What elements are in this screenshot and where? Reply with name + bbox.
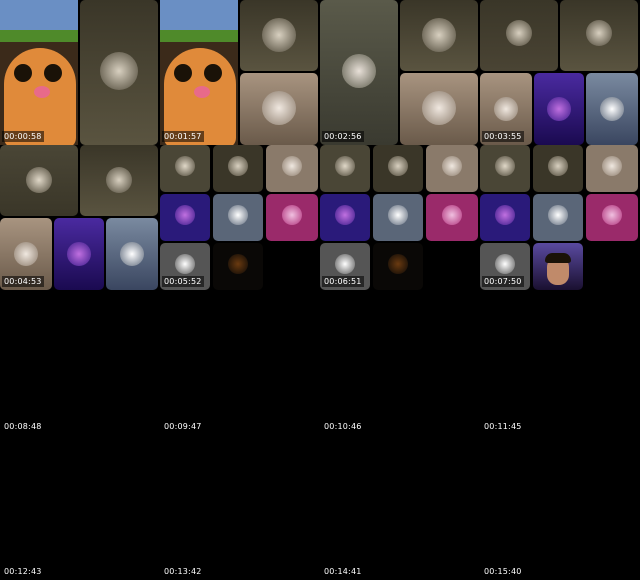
webcam-tile [533, 243, 583, 290]
timestamp: 00:08:48 [2, 421, 44, 432]
mascot-tile [160, 0, 238, 145]
timestamp: 00:04:53 [2, 276, 44, 287]
thumbnail-5[interactable]: 00:04:53 [0, 145, 160, 290]
participant-tile [240, 73, 318, 145]
timestamp: 00:00:58 [2, 131, 44, 142]
mascot-eye-right [44, 64, 62, 82]
thumbnail-7[interactable]: 00:06:51 [320, 145, 480, 290]
participant-tile [80, 0, 158, 145]
timestamp: 00:12:43 [2, 566, 44, 577]
thumbnail-3[interactable]: 00:02:56 [320, 0, 480, 145]
thumbnail-16[interactable]: 00:15:40 [480, 435, 640, 580]
mascot-eye-left [14, 64, 32, 82]
thumbnail-14[interactable]: 00:13:42 [160, 435, 320, 580]
timestamp: 00:03:55 [482, 131, 524, 142]
thumbnail-13[interactable]: 00:12:43 [0, 435, 160, 580]
timestamp: 00:07:50 [482, 276, 524, 287]
mascot-tile [0, 0, 78, 145]
thumbnail-10[interactable]: 00:09:47 [160, 290, 320, 435]
participant-avatar [100, 52, 138, 90]
thumbnail-6[interactable]: 00:05:52 [160, 145, 320, 290]
timestamp: 00:01:57 [162, 131, 204, 142]
thumbnail-1[interactable]: 00:00:58 [0, 0, 160, 145]
timestamp: 00:10:46 [322, 421, 364, 432]
thumbnail-15[interactable]: 00:14:41 [320, 435, 480, 580]
participant-tile [240, 0, 318, 71]
thumbnail-9[interactable]: 00:08:48 [0, 290, 160, 435]
thumbnail-4[interactable]: 00:03:55 [480, 0, 640, 145]
timestamp: 00:02:56 [322, 131, 364, 142]
thumbnail-12[interactable]: 00:11:45 [480, 290, 640, 435]
timestamp: 00:13:42 [162, 566, 204, 577]
timestamp: 00:15:40 [482, 566, 524, 577]
thumbnail-2[interactable]: 00:01:57 [160, 0, 320, 145]
thumbnail-8[interactable]: 00:07:50 [480, 145, 640, 290]
timestamp: 00:11:45 [482, 421, 524, 432]
timestamp: 00:05:52 [162, 276, 204, 287]
mascot-nose [34, 86, 50, 98]
timestamp: 00:06:51 [322, 276, 364, 287]
timestamp: 00:14:41 [322, 566, 364, 577]
grass-strip [0, 30, 78, 42]
timestamp: 00:09:47 [162, 421, 204, 432]
thumbnail-11[interactable]: 00:10:46 [320, 290, 480, 435]
